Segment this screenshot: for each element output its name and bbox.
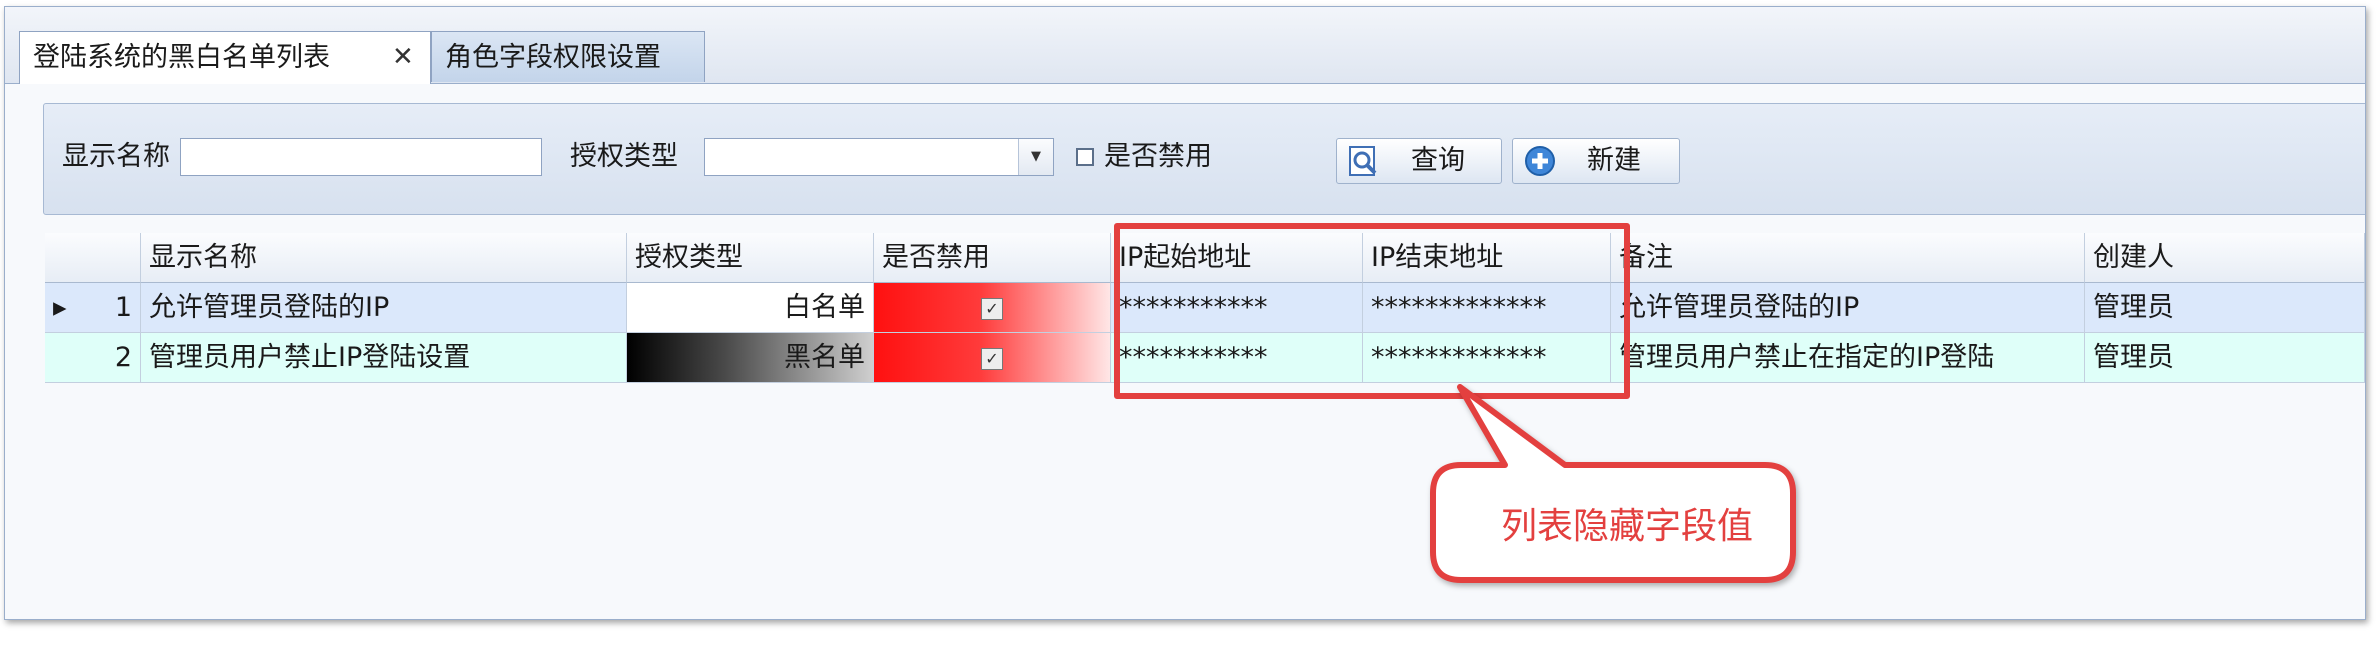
annotation-callout [1430,384,1796,583]
app-window: 登陆系统的黑白名单列表 ✕ 角色字段权限设置 显示名称 授权类型 ▼ 是否禁用 … [4,6,2366,620]
annotation-text: 列表隐藏字段值 [1500,506,1753,547]
